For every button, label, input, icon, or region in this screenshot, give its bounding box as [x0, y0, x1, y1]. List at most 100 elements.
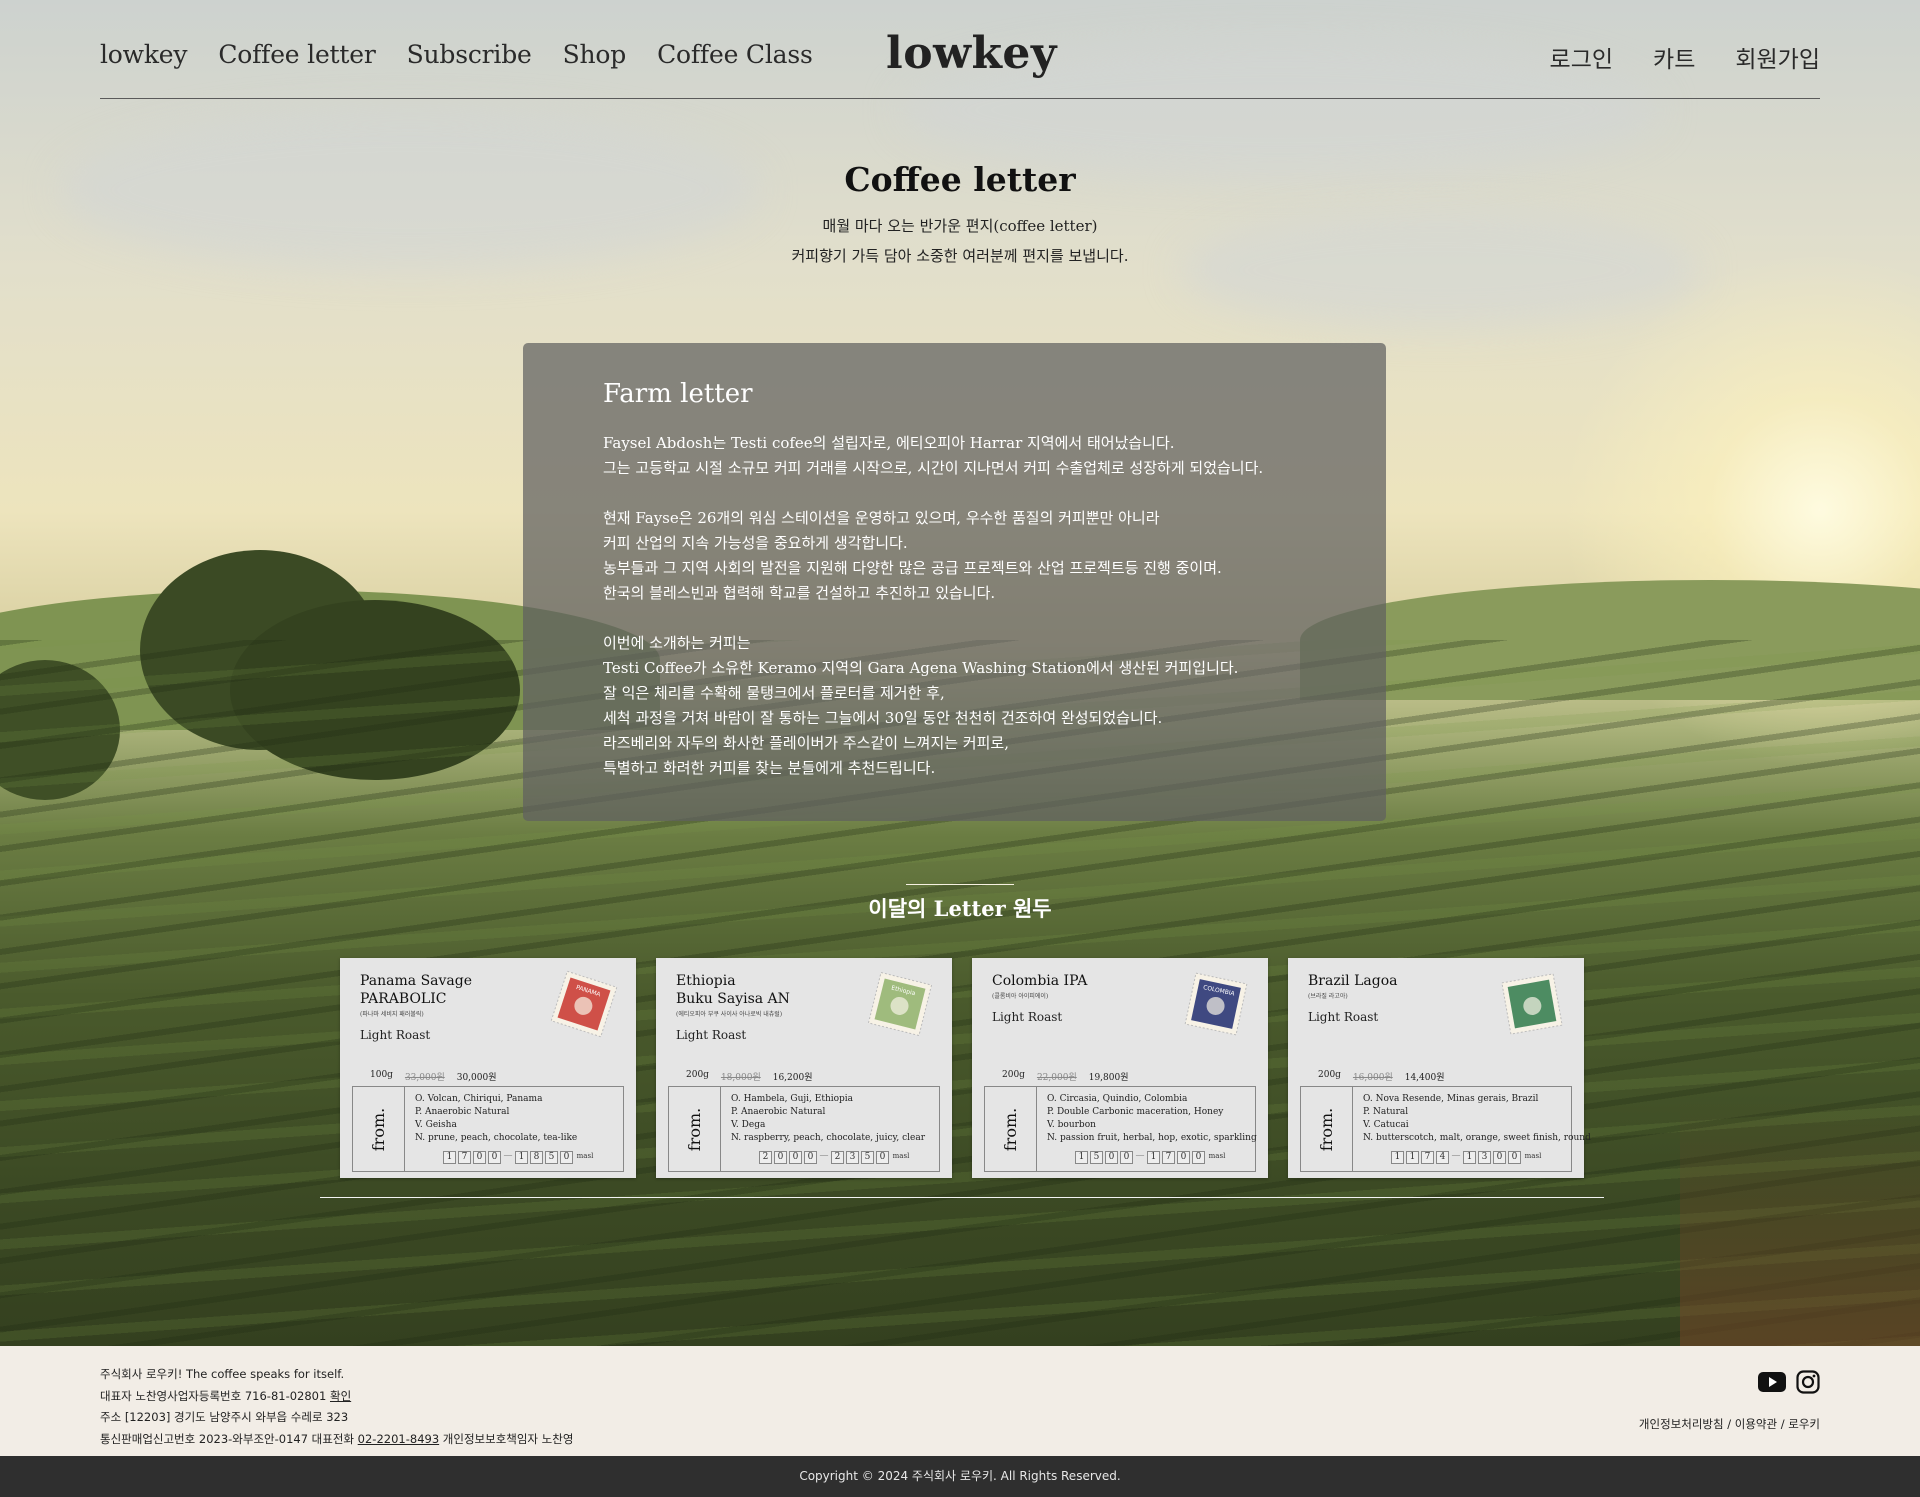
login-link[interactable]: 로그인	[1550, 40, 1613, 74]
altitude-digit: 5	[545, 1151, 558, 1164]
altitude-digit: 7	[1421, 1151, 1434, 1164]
business-confirm-link[interactable]: 확인	[330, 1389, 351, 1403]
from-label: from.	[669, 1087, 721, 1171]
altitude-digit: 0	[473, 1151, 486, 1164]
altitude-range: 1500 — 1700 masl	[1075, 1151, 1227, 1164]
altitude-digit: 0	[1192, 1151, 1205, 1164]
site-logo[interactable]: lowkey	[886, 28, 1057, 79]
privacy-officer: 개인정보보호책임자 노찬영	[439, 1431, 574, 1446]
altitude-digit: 0	[876, 1151, 889, 1164]
altitude-dash: —	[1135, 1151, 1145, 1161]
bean-name-line-1: Panama Savage	[360, 973, 473, 989]
letter-line: Testi Coffee가 소유한 Keramo 지역의 Gara Agena …	[603, 659, 1239, 677]
altitude-unit: masl	[1208, 1152, 1226, 1160]
bean-specs: O. Circasia, Quindio, Colombia P. Double…	[1047, 1093, 1257, 1145]
altitude-dash: —	[503, 1151, 513, 1161]
altitude-dash: —	[819, 1151, 829, 1161]
letter-line: 한국의 블레스빈과 협력해 학교를 건설하고 추진하고 있습니다.	[603, 584, 996, 602]
youtube-icon[interactable]	[1758, 1372, 1786, 1392]
spec-process: P. Anaerobic Natural	[415, 1107, 510, 1117]
price-row: 100g 33,000원 30,000원	[370, 1070, 497, 1083]
spec-variety: V. Geisha	[415, 1120, 457, 1130]
letter-paragraph-2: 현재 Fayse은 26개의 워심 스테이션을 운영하고 있으며, 우수한 품질…	[603, 506, 1306, 606]
phone-link[interactable]: 02-2201-8493	[358, 1432, 439, 1446]
altitude-digit: 1	[443, 1151, 456, 1164]
bean-name-line-2: Buku Sayisa AN	[676, 991, 790, 1007]
altitude-digit: 5	[861, 1151, 874, 1164]
altitude-digit: 7	[458, 1151, 471, 1164]
bean-name: Brazil Lagoa	[1308, 972, 1478, 990]
bean-card[interactable]: Ethiopia Buku Sayisa AN (에티오피아 부쿠 사이사 아나…	[656, 958, 952, 1178]
altitude-digit: 1	[1147, 1151, 1160, 1164]
bean-weight: 200g	[686, 1070, 709, 1080]
company-tagline: 주식회사 로우키! The coffee speaks for itself.	[100, 1367, 345, 1381]
spec-process: P. Natural	[1363, 1107, 1409, 1117]
nav-coffee-class[interactable]: Coffee Class	[657, 40, 813, 69]
instagram-icon[interactable]	[1796, 1370, 1820, 1394]
nav-subscribe[interactable]: Subscribe	[407, 40, 532, 69]
altitude-digit: 2	[831, 1151, 844, 1164]
from-label: from.	[353, 1087, 405, 1171]
altitude-digit: 0	[488, 1151, 501, 1164]
letter-line: 현재 Fayse은 26개의 워심 스테이션을 운영하고 있으며, 우수한 품질…	[603, 509, 1160, 527]
spec-notes: N. passion fruit, herbal, hop, exotic, s…	[1047, 1133, 1257, 1143]
letter-line: 이번에 소개하는 커피는	[603, 634, 751, 652]
altitude-unit: masl	[576, 1152, 594, 1160]
bean-name: Ethiopia Buku Sayisa AN	[676, 972, 846, 1008]
bean-weight: 100g	[370, 1070, 393, 1080]
nav-home[interactable]: lowkey	[100, 40, 188, 69]
bean-name-line-1: Colombia IPA	[992, 973, 1088, 989]
altitude-digit: 5	[1090, 1151, 1103, 1164]
sale-price: 30,000원	[456, 1073, 497, 1083]
soil	[1680, 1100, 1920, 1346]
cart-link[interactable]: 카트	[1653, 40, 1695, 74]
farm-letter-box: Farm letter Faysel Abdosh는 Testi cofee의 …	[523, 343, 1386, 821]
from-label: from.	[1301, 1087, 1353, 1171]
bean-name-line-1: Ethiopia	[676, 973, 736, 989]
original-price: 22,000원	[1036, 1073, 1077, 1083]
letter-line: 그는 고등학교 시절 소규모 커피 거래를 시작으로, 시간이 지나면서 커피 …	[603, 459, 1264, 477]
letter-line: 특별하고 화려한 커피를 찾는 분들에게 추천드립니다.	[603, 759, 936, 777]
bean-card[interactable]: Panama Savage PARABOLIC (파나마 세비지 패러볼릭) L…	[340, 958, 636, 1178]
altitude-digit: 1	[1463, 1151, 1476, 1164]
bean-card[interactable]: Colombia IPA (콜롬비아 아이피에이) Light Roast CO…	[972, 958, 1268, 1178]
nav-shop[interactable]: Shop	[563, 40, 627, 69]
origin-stamp-icon: PANAMA	[550, 970, 618, 1038]
month-beans-title: 이달의 Letter 원두	[868, 896, 1052, 921]
altitude-digit: 1	[1075, 1151, 1088, 1164]
price-row: 200g 16,000원 14,400원	[1318, 1070, 1445, 1083]
spec-notes: N. raspberry, peach, chocolate, juicy, c…	[731, 1133, 926, 1143]
spec-notes: N. prune, peach, chocolate, tea-like	[415, 1133, 578, 1143]
nav-coffee-letter[interactable]: Coffee letter	[218, 40, 375, 69]
spec-origin: O. Circasia, Quindio, Colombia	[1047, 1094, 1188, 1104]
footer-links[interactable]: 개인정보처리방침 / 이용약관 / 로우키	[1639, 1416, 1820, 1432]
altitude-digit: 2	[759, 1151, 772, 1164]
altitude-digit: 1	[515, 1151, 528, 1164]
page-title: Coffee letter	[844, 160, 1076, 199]
altitude-digit: 0	[1105, 1151, 1118, 1164]
bean-origin-box: from. O. Volcan, Chiriqui, Panama P. Ana…	[352, 1086, 624, 1172]
intro-line-2: 커피향기 가득 담아 소중한 여러분께 편지를 보냅니다.	[791, 247, 1129, 265]
bean-card[interactable]: Brazil Lagoa (브라질 라고아) Light Roast 200g …	[1288, 958, 1591, 1178]
letter-line: 커피 산업의 지속 가능성을 중요하게 생각합니다.	[603, 534, 908, 552]
altitude-digit: 0	[1493, 1151, 1506, 1164]
altitude-digit: 0	[1177, 1151, 1190, 1164]
altitude-unit: masl	[892, 1152, 910, 1160]
bean-cards: Panama Savage PARABOLIC (파나마 세비지 패러볼릭) L…	[340, 958, 1591, 1178]
signup-link[interactable]: 회원가입	[1735, 40, 1820, 74]
altitude-range: 1174 — 1300 masl	[1391, 1151, 1543, 1164]
spec-notes: N. butterscotch, malt, orange, sweet fin…	[1363, 1133, 1591, 1143]
altitude-digit: 1	[1406, 1151, 1419, 1164]
bean-specs: O. Nova Resende, Minas gerais, Brazil P.…	[1363, 1093, 1591, 1145]
altitude-digit: 3	[1478, 1151, 1491, 1164]
letter-paragraph-3: 이번에 소개하는 커피는 Testi Coffee가 소유한 Keramo 지역…	[603, 631, 1306, 781]
from-label: from.	[985, 1087, 1037, 1171]
spec-process: P. Double Carbonic maceration, Honey	[1047, 1107, 1224, 1117]
altitude-digit: 4	[1436, 1151, 1449, 1164]
altitude-digit: 0	[774, 1151, 787, 1164]
spec-origin: O. Hambela, Guji, Ethiopia	[731, 1094, 854, 1104]
bean-name: Colombia IPA	[992, 972, 1162, 990]
bean-name-line-1: Brazil Lagoa	[1308, 973, 1398, 989]
spec-origin: O. Volcan, Chiriqui, Panama	[415, 1094, 543, 1104]
price-row: 200g 22,000원 19,800원	[1002, 1070, 1129, 1083]
